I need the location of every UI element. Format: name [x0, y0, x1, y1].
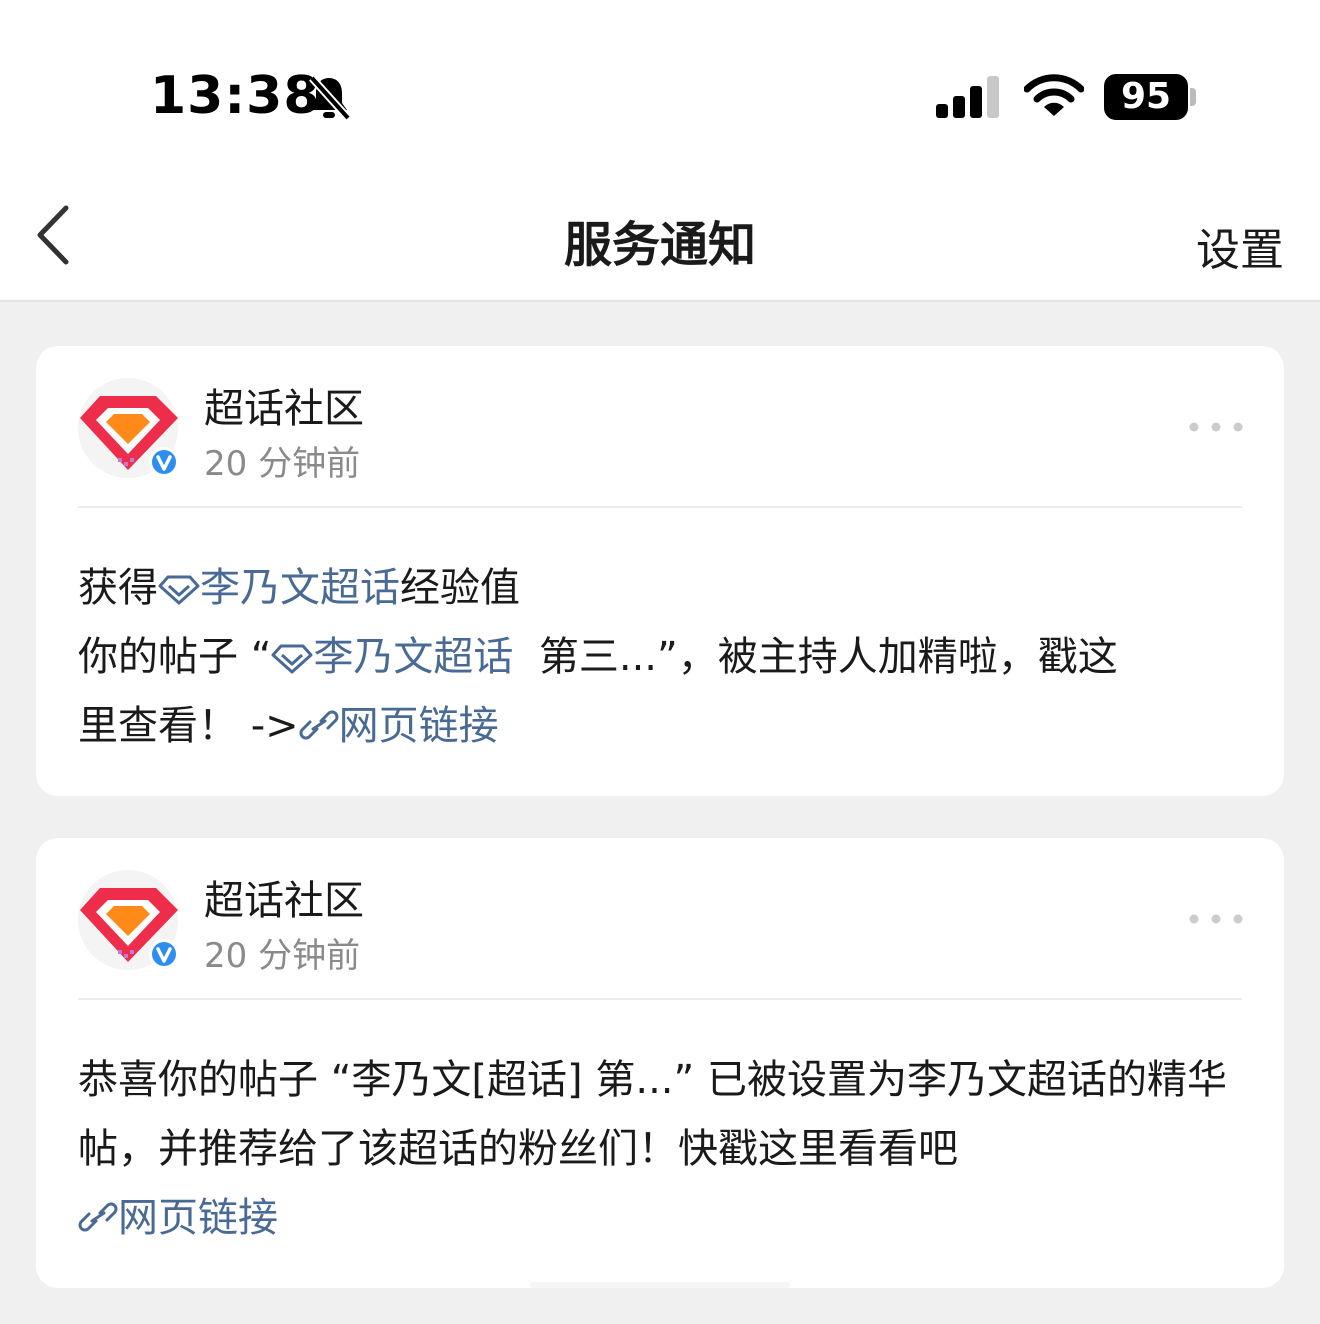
web-link[interactable]: 网页链接	[118, 1195, 278, 1241]
notification-card[interactable]: 超话社区 20 分钟前 获得 李乃文超话经验值 你的帖子 “李乃文超话 第三...…	[36, 346, 1284, 796]
battery-nub	[1190, 88, 1196, 106]
diamond-icon	[158, 575, 200, 605]
home-indicator	[530, 1282, 790, 1288]
page-title: 服务通知	[563, 217, 756, 273]
message-text: 获得	[78, 565, 158, 611]
signal-icon	[936, 76, 999, 118]
notification-time: 20 分钟前	[204, 936, 361, 976]
card-divider	[78, 506, 1242, 508]
supertopic-link[interactable]: 李乃文超话	[200, 565, 400, 611]
web-link[interactable]: 网页链接	[339, 703, 499, 749]
message-text: 恭喜你的帖子 “李乃文[超话] 第...” 已被设置为李乃文超话的精华帖，并推荐…	[78, 1057, 1227, 1172]
message-text: 经验值	[400, 565, 520, 611]
notification-time: 20 分钟前	[204, 444, 361, 484]
settings-button[interactable]: 设置	[1196, 214, 1284, 278]
more-options-icon[interactable]	[1186, 412, 1246, 442]
sender-name: 超话社区	[204, 386, 364, 432]
message-text: 里查看！ ->	[78, 703, 299, 749]
supertopic-link[interactable]: 李乃文超话	[313, 634, 513, 680]
status-time: 13:38	[150, 66, 321, 126]
wifi-icon	[1024, 74, 1084, 116]
card-divider	[78, 998, 1242, 1000]
notification-card[interactable]: 超话社区 20 分钟前 恭喜你的帖子 “李乃文[超话] 第...” 已被设置为李…	[36, 838, 1284, 1288]
message-text: 你的帖子 “	[78, 634, 272, 680]
link-icon	[78, 1202, 118, 1232]
more-options-icon[interactable]	[1186, 904, 1246, 934]
sender-name: 超话社区	[204, 878, 364, 924]
supertopic-avatar-icon[interactable]	[78, 870, 182, 970]
battery-icon: 95	[1104, 74, 1198, 120]
header-divider	[0, 300, 1320, 302]
message-text: 第三...”，被主持人加精啦，戳这	[513, 634, 1118, 680]
battery-level: 95	[1104, 74, 1188, 120]
notification-message: 恭喜你的帖子 “李乃文[超话] 第...” 已被设置为李乃文超话的精华帖，并推荐…	[78, 1046, 1242, 1253]
bell-slash-icon	[309, 75, 351, 121]
link-icon	[299, 710, 339, 740]
supertopic-avatar-icon[interactable]	[78, 378, 182, 478]
diamond-icon	[271, 644, 313, 674]
notification-message: 获得 李乃文超话经验值 你的帖子 “李乃文超话 第三...”，被主持人加精啦，戳这…	[78, 554, 1242, 761]
